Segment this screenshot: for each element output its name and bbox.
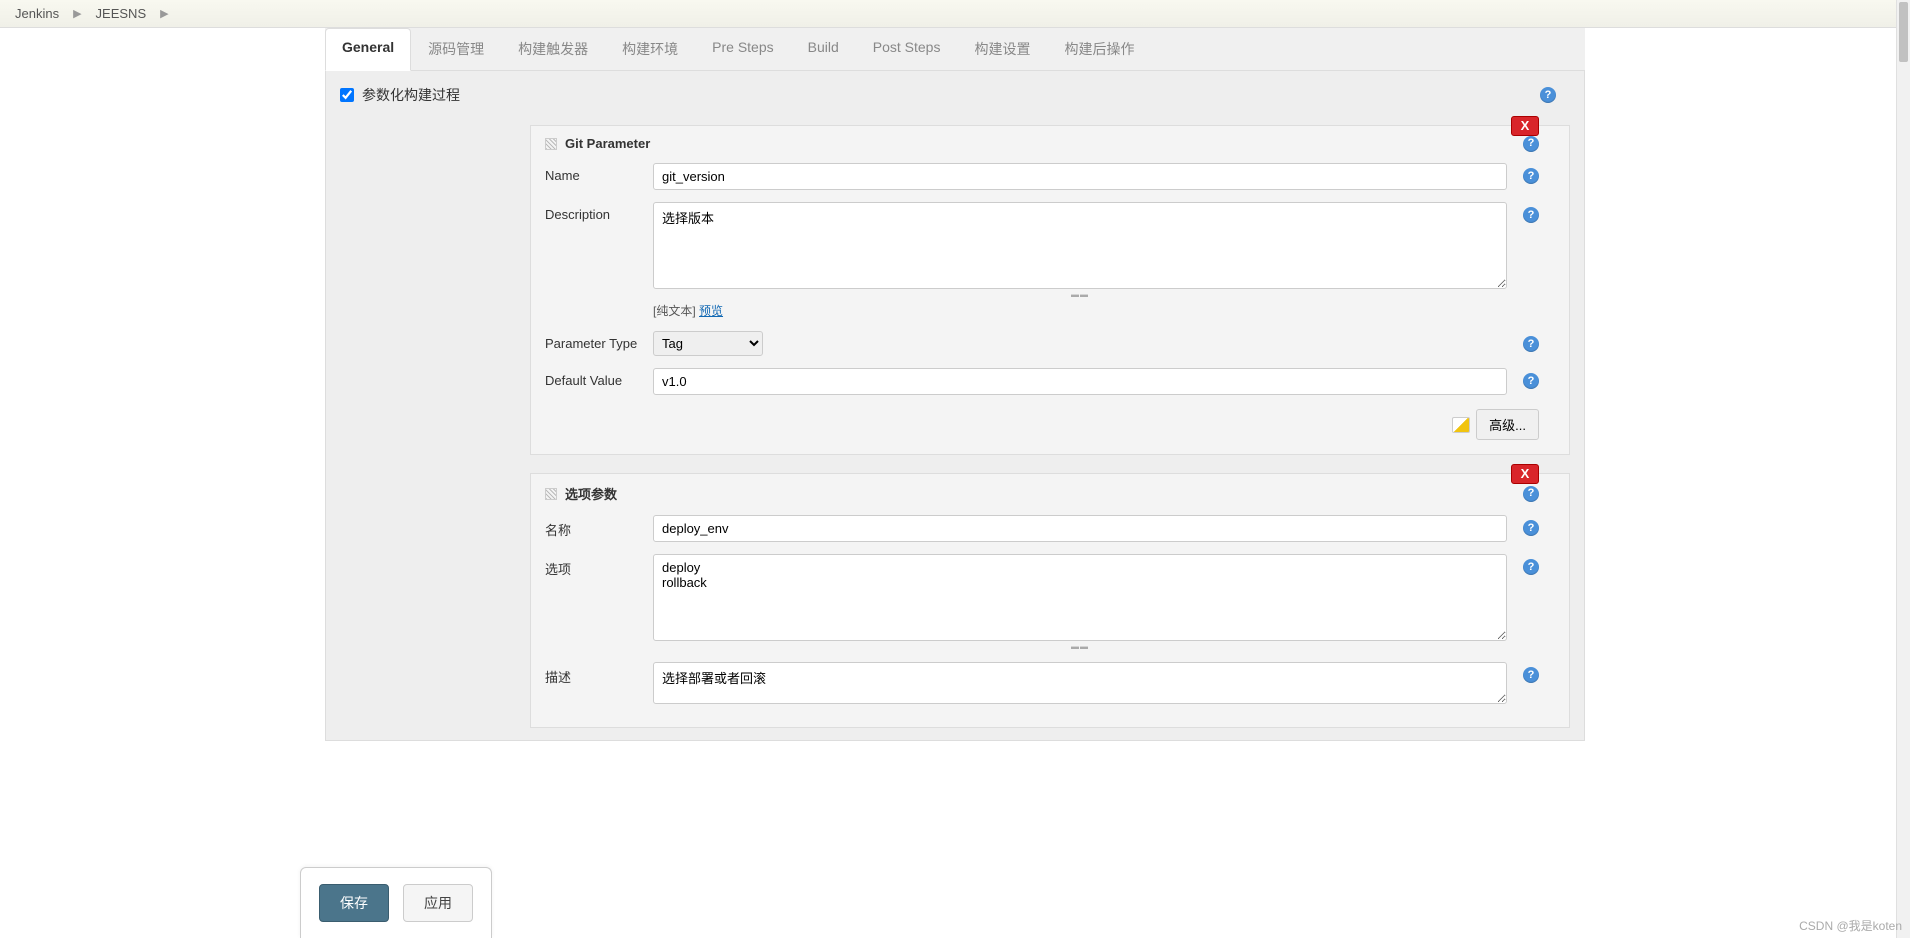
delete-button[interactable]: X [1511, 464, 1539, 484]
breadcrumb-link-jenkins[interactable]: Jenkins [15, 6, 59, 21]
chevron-right-icon: ▶ [160, 7, 168, 20]
help-icon[interactable]: ? [1523, 559, 1539, 575]
help-icon[interactable]: ? [1523, 168, 1539, 184]
param-build-label: 参数化构建过程 [362, 85, 460, 105]
tab-build[interactable]: Build [791, 28, 856, 70]
choice-param-header: 选项参数 ? [545, 484, 1539, 509]
apply-button[interactable]: 应用 [403, 884, 473, 922]
label-name: Name [545, 163, 641, 183]
tab-presteps[interactable]: Pre Steps [695, 28, 790, 70]
help-icon[interactable]: ? [1523, 136, 1539, 152]
tab-general[interactable]: General [325, 28, 411, 71]
desc-hint: [纯文本] 预览 [653, 298, 1507, 319]
label-choice-name: 名称 [545, 515, 641, 539]
delete-button[interactable]: X [1511, 116, 1539, 136]
row-name: Name ? [545, 157, 1539, 196]
breadcrumb: Jenkins ▶ JEESNS ▶ [0, 0, 1910, 28]
row-param-type: Parameter Type Tag ? [545, 325, 1539, 362]
config-tabs: General 源码管理 构建触发器 构建环境 Pre Steps Build … [325, 28, 1585, 71]
input-name[interactable] [653, 163, 1507, 190]
label-param-type: Parameter Type [545, 331, 641, 351]
label-choice-desc: 描述 [545, 662, 641, 686]
scrollbar-thumb[interactable] [1899, 2, 1908, 62]
bottom-bar: 保存 应用 [300, 867, 492, 938]
row-description: Description ▬▬ [纯文本] 预览 ? [545, 196, 1539, 325]
watermark: CSDN @我是koten [1799, 917, 1902, 934]
advanced-row: 高级... [545, 401, 1539, 440]
row-default-value: Default Value ? [545, 362, 1539, 401]
edit-icon [1452, 417, 1470, 433]
help-icon[interactable]: ? [1540, 87, 1556, 103]
row-choices: 选项 ▬▬ ? [545, 548, 1539, 656]
tab-triggers[interactable]: 构建触发器 [501, 28, 605, 70]
input-default-value[interactable] [653, 368, 1507, 395]
param-build-row: 参数化构建过程 ? [340, 83, 1570, 107]
help-icon[interactable]: ? [1523, 486, 1539, 502]
help-icon[interactable]: ? [1523, 667, 1539, 683]
select-param-type[interactable]: Tag [653, 331, 763, 356]
label-default-value: Default Value [545, 368, 641, 388]
tab-poststeps[interactable]: Post Steps [856, 28, 958, 70]
row-choice-desc: 描述 ? [545, 656, 1539, 713]
preview-link[interactable]: 预览 [699, 304, 723, 318]
git-param-header: Git Parameter ? [545, 136, 1539, 157]
choice-param-title: 选项参数 [565, 484, 617, 503]
help-icon[interactable]: ? [1523, 373, 1539, 389]
tab-env[interactable]: 构建环境 [605, 28, 695, 70]
param-build-checkbox[interactable] [340, 88, 354, 102]
git-param-title: Git Parameter [565, 136, 650, 151]
textarea-description[interactable] [653, 202, 1507, 289]
label-description: Description [545, 202, 641, 222]
git-parameter-block: X Git Parameter ? Name ? Description ▬▬ … [530, 125, 1570, 455]
drag-handle-icon[interactable] [545, 138, 557, 150]
row-choice-name: 名称 ? [545, 509, 1539, 548]
help-icon[interactable]: ? [1523, 207, 1539, 223]
breadcrumb-link-project[interactable]: JEESNS [96, 6, 147, 21]
tab-postbuild[interactable]: 构建后操作 [1047, 28, 1151, 70]
scrollbar[interactable] [1896, 0, 1910, 938]
chevron-right-icon: ▶ [73, 7, 81, 20]
help-icon[interactable]: ? [1523, 520, 1539, 536]
resize-grip-icon[interactable]: ▬▬ [653, 644, 1507, 650]
tab-buildsettings[interactable]: 构建设置 [957, 28, 1047, 70]
help-icon[interactable]: ? [1523, 336, 1539, 352]
textarea-choice-desc[interactable] [653, 662, 1507, 704]
tab-scm[interactable]: 源码管理 [411, 28, 501, 70]
choice-parameter-block: X 选项参数 ? 名称 ? 选项 ▬▬ ? 描述 [530, 473, 1570, 728]
drag-handle-icon[interactable] [545, 488, 557, 500]
advanced-button[interactable]: 高级... [1476, 409, 1539, 440]
input-choice-name[interactable] [653, 515, 1507, 542]
textarea-choices[interactable] [653, 554, 1507, 641]
label-choices: 选项 [545, 554, 641, 578]
save-button[interactable]: 保存 [319, 884, 389, 922]
section-general: 参数化构建过程 ? X Git Parameter ? Name ? Descr… [325, 71, 1585, 741]
